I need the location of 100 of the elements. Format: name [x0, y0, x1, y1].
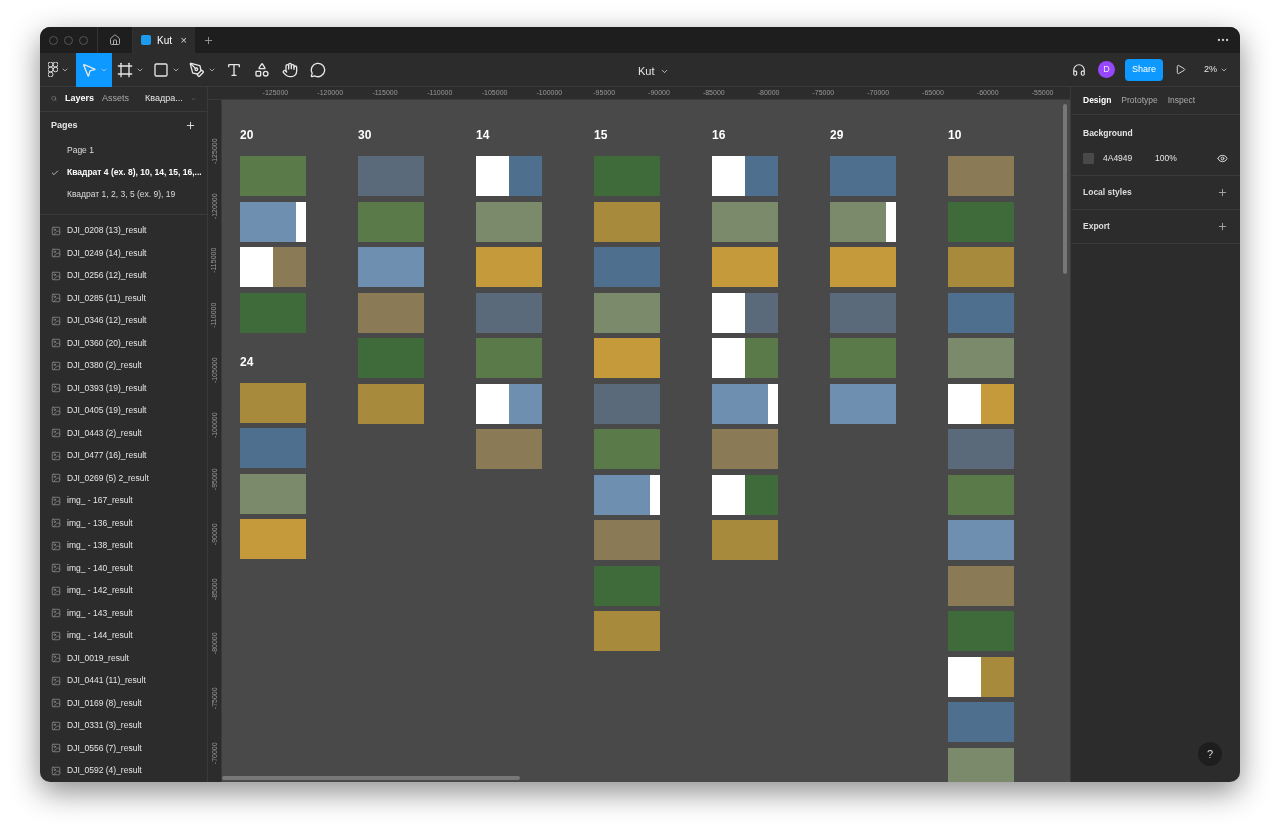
canvas[interactable]: 20 24 30 14 15 16 29 10 [222, 100, 1070, 782]
frame-group-title: 10 [948, 127, 963, 144]
scrollbar[interactable] [1063, 104, 1067, 274]
file-icon [141, 35, 151, 45]
add-icon[interactable] [1217, 220, 1228, 232]
photo-placeholder [948, 474, 1014, 515]
photo-placeholder [948, 520, 1014, 560]
photo-placeholder [594, 520, 660, 560]
layer-item[interactable]: DJI_0346 (12)_result [40, 309, 207, 332]
layer-item[interactable]: DJI_0380 (2)_result [40, 354, 207, 377]
image-icon [51, 540, 61, 551]
eye-icon[interactable] [1217, 152, 1228, 164]
home-icon[interactable] [109, 34, 121, 46]
panel-tab[interactable]: Design [1083, 94, 1112, 107]
photo-placeholder [594, 565, 660, 606]
photo-placeholder [594, 292, 660, 333]
photo-placeholder [712, 201, 778, 242]
panel-tab[interactable]: Prototype [1121, 94, 1158, 107]
layer-item[interactable]: DJI_0269 (5) 2_result [40, 467, 207, 490]
layer-item[interactable]: img_ - 142_result [40, 579, 207, 602]
color-value[interactable]: 4A4949 [1103, 151, 1155, 165]
layer-item[interactable]: DJI_0477 (16)_result [40, 444, 207, 467]
image-icon [51, 428, 61, 439]
photo-placeholder [830, 201, 896, 242]
add-icon[interactable] [185, 120, 196, 131]
file-name-menu[interactable]: Kut [638, 63, 669, 80]
photo-placeholder [712, 292, 778, 333]
layer-item[interactable]: DJI_0019_result [40, 647, 207, 670]
layer-item[interactable]: DJI_0556 (7)_result [40, 737, 207, 760]
image-icon [51, 315, 61, 326]
layer-item[interactable]: img_ - 143_result [40, 602, 207, 625]
layer-item[interactable]: DJI_0285 (11)_result [40, 287, 207, 310]
layer-item[interactable]: DJI_0256 (12)_result [40, 264, 207, 287]
page-item[interactable]: Квадрат 1, 2, 3, 5 (ex. 9), 19 [40, 183, 207, 206]
photo-placeholder [476, 338, 542, 378]
color-swatch[interactable] [1083, 152, 1094, 164]
photo-placeholder [594, 156, 660, 196]
image-icon [51, 720, 61, 731]
image-icon [51, 225, 61, 236]
photo-placeholder [830, 383, 896, 424]
headphones-icon[interactable] [1072, 62, 1086, 77]
photo-placeholder [948, 747, 1014, 782]
photo-placeholder [476, 292, 542, 333]
new-tab-icon[interactable] [203, 34, 214, 46]
photo-placeholder [358, 338, 424, 378]
image-icon [51, 563, 61, 574]
frame-group-title: 14 [476, 127, 491, 144]
panel-tab[interactable]: Assets [102, 92, 129, 106]
image-icon [51, 495, 61, 506]
layer-item[interactable]: img_ - 140_result [40, 557, 207, 580]
opacity-value[interactable]: 100% [1155, 151, 1177, 165]
hand-icon [282, 61, 298, 78]
panel-tab[interactable]: Layers [64, 92, 94, 106]
user-avatar[interactable]: D [1098, 61, 1115, 78]
photo-placeholder [594, 429, 660, 469]
layer-item[interactable]: img_ - 144_result [40, 624, 207, 647]
layer-item[interactable]: DJI_0360 (20)_result [40, 332, 207, 355]
photo-placeholder [948, 247, 1014, 287]
frame-group-title: 20 [240, 127, 255, 144]
layer-item[interactable]: DJI_0393 (19)_result [40, 377, 207, 400]
scrollbar[interactable] [222, 776, 520, 780]
layer-item[interactable]: DJI_0208 (13)_result [40, 219, 207, 242]
tool-button[interactable] [76, 52, 112, 87]
layer-item[interactable]: img_ - 167_result [40, 489, 207, 512]
zoom-menu[interactable]: 2% [1204, 62, 1228, 77]
frame-group-title: 16 [712, 127, 727, 144]
layer-item[interactable]: DJI_0249 (14)_result [40, 242, 207, 265]
photo-placeholder [240, 156, 306, 196]
page-item[interactable]: Page 1 [40, 139, 207, 162]
photo-placeholder [594, 247, 660, 287]
photo-placeholder [476, 201, 542, 242]
file-tab[interactable]: Kut × [133, 27, 195, 53]
page-item[interactable]: Квадрат 4 (ex. 8), 10, 14, 15, 16,... [40, 161, 207, 184]
layer-item[interactable]: DJI_0331 (3)_result [40, 714, 207, 737]
photo-placeholder [948, 383, 1014, 424]
layer-item[interactable]: DJI_0169 (8)_result [40, 692, 207, 715]
layer-item[interactable]: DJI_0405 (19)_result [40, 399, 207, 422]
layer-item[interactable]: img_ - 138_result [40, 534, 207, 557]
photo-placeholder [948, 201, 1014, 242]
photo-placeholder [948, 156, 1014, 196]
layer-item[interactable]: DJI_0443 (2)_result [40, 422, 207, 445]
layer-item[interactable]: img_ - 136_result [40, 512, 207, 535]
frame-group-title: 15 [594, 127, 609, 144]
image-icon [51, 675, 61, 686]
layer-item[interactable]: DJI_0441 (11)_result [40, 669, 207, 692]
help-button[interactable]: ? [1198, 742, 1222, 766]
photo-placeholder [240, 382, 306, 423]
image-icon [51, 293, 61, 304]
photo-placeholder [830, 292, 896, 333]
section-title: Background [1083, 127, 1134, 140]
layer-item[interactable]: DJI_0592 (4)_result [40, 759, 207, 782]
image-icon [51, 743, 61, 754]
image-icon [51, 450, 61, 461]
photo-placeholder [712, 247, 778, 287]
play-icon[interactable] [1175, 64, 1186, 75]
panel-tab[interactable]: Inspect [1167, 94, 1196, 107]
close-button[interactable]: × [180, 31, 187, 49]
page-switcher[interactable]: Квадра... [145, 92, 183, 106]
add-icon[interactable] [1217, 186, 1228, 198]
section-title: Pages [51, 118, 78, 132]
